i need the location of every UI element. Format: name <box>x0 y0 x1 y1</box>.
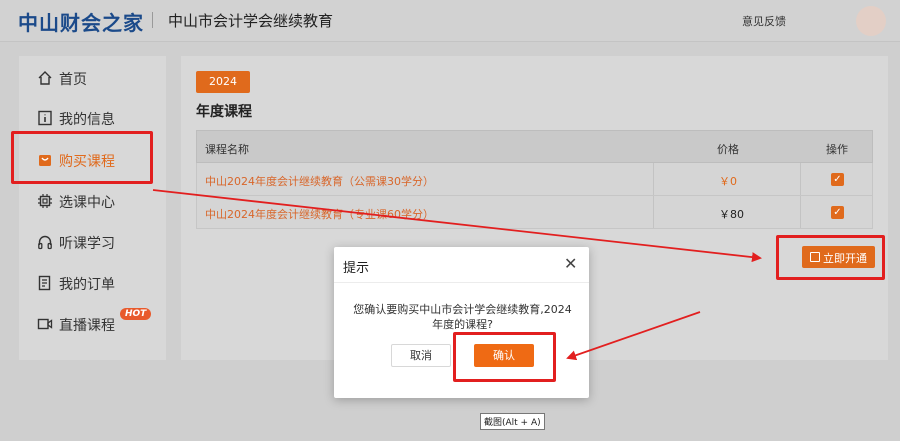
column-header-name: 课程名称 <box>205 143 249 156</box>
sidebar-item-label: 首页 <box>59 72 87 88</box>
hot-badge: HOT <box>120 308 152 320</box>
highlight-box-confirm <box>453 332 556 382</box>
table-header: 课程名称 价格 操作 <box>196 130 873 163</box>
headphones-icon <box>38 235 52 250</box>
sidebar-item-label: 直播课程 <box>59 318 115 334</box>
dialog-title: 提示 <box>343 261 370 276</box>
feedback-link[interactable]: 意见反馈 <box>742 13 786 29</box>
screenshot-tooltip: 截图(Alt + A) <box>480 413 545 430</box>
order-icon <box>38 275 51 291</box>
column-divider <box>800 196 801 228</box>
sidebar-item-study[interactable]: 听课学习 <box>19 224 166 260</box>
cancel-button[interactable]: 取消 <box>391 344 451 367</box>
sidebar-item-label: 我的订单 <box>59 277 115 293</box>
course-price: ￥80 <box>719 208 744 221</box>
tab-year-2024[interactable]: 2024 <box>196 71 250 93</box>
sidebar-item-label: 我的信息 <box>59 112 115 128</box>
column-header-action: 操作 <box>826 143 848 156</box>
avatar[interactable] <box>856 6 886 36</box>
column-divider <box>800 163 801 195</box>
site-logo[interactable]: 中山财会之家 <box>18 7 144 36</box>
chip-icon <box>38 194 52 208</box>
site-title: 中山市会计学会继续教育 <box>168 12 334 30</box>
sidebar-item-home[interactable]: 首页 <box>19 60 166 96</box>
highlight-box-open-now <box>776 235 885 280</box>
sidebar-item-orders[interactable]: 我的订单 <box>19 265 166 301</box>
table-row: 中山2024年度会计继续教育（专业课60学分） ￥80 ✓ <box>196 196 873 229</box>
course-checkbox[interactable]: ✓ <box>831 173 844 186</box>
info-icon <box>38 110 52 126</box>
course-price: ￥0 <box>719 175 737 188</box>
course-checkbox[interactable]: ✓ <box>831 206 844 219</box>
dialog-message: 您确认要购买中山市会计学会继续教育,2024年度的课程? <box>353 303 572 331</box>
highlight-box-buy-courses <box>11 131 153 184</box>
dialog-divider <box>334 282 589 283</box>
section-title: 年度课程 <box>196 104 252 120</box>
video-icon <box>37 318 53 330</box>
column-divider <box>653 163 654 195</box>
course-name[interactable]: 中山2024年度会计继续教育（公需课30学分） <box>205 173 434 189</box>
sidebar-item-label: 选课中心 <box>59 195 115 211</box>
column-divider <box>653 196 654 228</box>
sidebar-item-label: 听课学习 <box>59 236 115 252</box>
top-header: 中山财会之家 中山市会计学会继续教育 意见反馈 <box>0 0 900 42</box>
home-icon <box>38 71 52 85</box>
close-icon[interactable]: ✕ <box>564 254 577 273</box>
column-header-price: 价格 <box>717 143 739 156</box>
course-name[interactable]: 中山2024年度会计继续教育（专业课60学分） <box>205 206 434 222</box>
header-divider <box>152 12 153 28</box>
table-row: 中山2024年度会计继续教育（公需课30学分） ￥0 ✓ <box>196 163 873 196</box>
sidebar-item-course-center[interactable]: 选课中心 <box>19 183 166 219</box>
